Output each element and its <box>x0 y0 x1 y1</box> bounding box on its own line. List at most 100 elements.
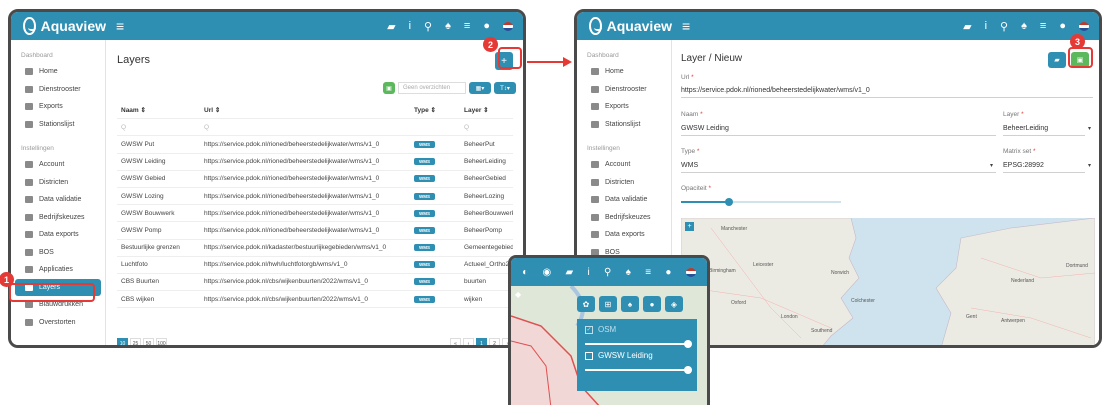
layers-icon[interactable]: ◈ <box>665 296 683 312</box>
user-icon[interactable]: ● <box>665 267 671 278</box>
export-button[interactable]: ▣ <box>383 82 395 94</box>
sidebar-item-districten[interactable]: Districten <box>15 174 101 192</box>
page-button[interactable]: ‹ <box>463 338 474 345</box>
sidebar-item-applicaties[interactable]: Applicaties <box>15 261 101 279</box>
flag-nl-icon[interactable] <box>503 21 513 31</box>
sidebar-item-data-validatie[interactable]: Data validatie <box>581 191 667 209</box>
opacity-slider[interactable] <box>681 198 841 206</box>
flag-nl-icon[interactable] <box>1079 21 1089 31</box>
layer-opacity-handle[interactable] <box>684 366 692 374</box>
sidebar-item-overstorten[interactable]: Overstorten <box>15 314 101 332</box>
table-row[interactable]: GWSW Put https://service.pdok.nl/rioned/b… <box>117 136 513 154</box>
sidebar-item-dienstrooster[interactable]: Dienstrooster <box>581 81 667 99</box>
columns-button[interactable]: ▦▾ <box>469 82 491 94</box>
sidebar-item-stationslijst[interactable]: Stationslijst <box>15 116 101 134</box>
page-button[interactable]: « <box>450 338 461 345</box>
list-icon[interactable]: ≡ <box>645 267 651 278</box>
sidebar-item-exports[interactable]: Exports <box>15 98 101 116</box>
sidebar-item-data-validatie[interactable]: Data validatie <box>15 191 101 209</box>
table-row[interactable]: GWSW Lozing https://service.pdok.nl/rione… <box>117 188 513 206</box>
layer-toggle-row[interactable]: GWSW Leiding <box>585 351 689 360</box>
sidebar-item-bedrijfskeuzes[interactable]: Bedrijfskeuzes <box>15 209 101 227</box>
info-icon[interactable]: ◉ <box>542 267 551 278</box>
layer-checkbox[interactable]: ✓ <box>585 325 593 334</box>
sidebar-item-bos[interactable]: BOS <box>15 244 101 262</box>
table-row[interactable]: GWSW Leiding https://service.pdok.nl/rion… <box>117 154 513 171</box>
column-search-icon[interactable]: Q <box>117 124 204 131</box>
zoom-in-button[interactable]: + <box>685 222 694 231</box>
page-size-option[interactable]: 25 <box>130 338 141 345</box>
sidebar-item-account[interactable]: Account <box>15 156 101 174</box>
sidebar-item-exports[interactable]: Exports <box>581 98 667 116</box>
hierarchy-icon[interactable]: ⊞ <box>599 296 617 312</box>
list-icon[interactable]: ≡ <box>1040 20 1046 32</box>
back-icon[interactable]: ◐ <box>522 267 528 278</box>
page-size-option[interactable]: 10 <box>117 338 128 345</box>
naam-field[interactable]: GWSW Leiding <box>681 125 996 136</box>
layer-checkbox[interactable] <box>585 351 593 360</box>
bell-icon[interactable]: ♠ <box>626 267 631 278</box>
map-icon[interactable]: ▰ <box>963 20 971 33</box>
search-icon[interactable]: ⚲ <box>1000 20 1008 33</box>
page-button[interactable]: 1 <box>476 338 487 345</box>
bell-icon[interactable]: ♠ <box>1021 20 1027 32</box>
bell-icon[interactable]: ♠ <box>445 20 451 32</box>
sidebar-item-bedrijfskeuzes[interactable]: Bedrijfskeuzes <box>581 209 667 227</box>
pin-icon[interactable]: ● <box>643 296 661 312</box>
preview-map[interactable]: Manchester Birmingham Leicester Norwich Nede… <box>681 218 1095 345</box>
column-header[interactable]: Url ⇕ <box>204 106 414 114</box>
page-size-option[interactable]: 100 <box>156 338 167 345</box>
info-i-icon[interactable]: i <box>588 267 590 278</box>
table-row[interactable]: GWSW Pomp https://service.pdok.nl/rioned/… <box>117 222 513 240</box>
search-icon[interactable]: ⚲ <box>424 20 432 33</box>
url-field[interactable]: https://service.pdok.nl/rioned/beheerste… <box>681 87 1093 98</box>
menu-icon[interactable]: ≡ <box>682 18 690 34</box>
sidebar-item-dienstrooster[interactable]: Dienstrooster <box>15 81 101 99</box>
menu-icon[interactable]: ≡ <box>116 18 124 34</box>
page-size-option[interactable]: 50 <box>143 338 154 345</box>
popup-map[interactable]: ◆ ✿ ⊞ ♠ ● ◈ ✓ OSM GWSW Leiding <box>511 286 707 405</box>
layer-opacity-slider[interactable] <box>585 340 692 348</box>
map-view-button[interactable]: ▰ <box>1048 52 1066 68</box>
matrix-set-select[interactable]: EPSG:28992 <box>1003 162 1085 173</box>
table-row[interactable]: GWSW Bouwwerk https://service.pdok.nl/rio… <box>117 205 513 223</box>
sidebar-item-data-exports[interactable]: Data exports <box>581 226 667 244</box>
table-row[interactable]: Bestuurlijke grenzen https://service.pdok… <box>117 240 513 257</box>
sidebar-item-data-exports[interactable]: Data exports <box>15 226 101 244</box>
overview-select[interactable]: Geen overzichten <box>398 82 466 94</box>
user-icon[interactable]: ● <box>483 20 490 32</box>
column-header[interactable]: Layer ⇕ <box>464 106 513 114</box>
table-row[interactable]: CBS Buurten https://service.pdok.nl/cbs/w… <box>117 274 513 292</box>
compass-icon[interactable]: ◆ <box>515 290 521 299</box>
layer-select[interactable]: BeheerLeiding <box>1003 125 1085 136</box>
bell-icon[interactable]: ♠ <box>621 296 639 312</box>
palette-icon[interactable]: ✿ <box>577 296 595 312</box>
map-icon[interactable]: ▰ <box>387 20 395 33</box>
column-search-icon[interactable]: Q <box>204 124 414 131</box>
column-header[interactable]: Naam ⇕ <box>117 106 204 114</box>
text-size-button[interactable]: T↕▾ <box>494 82 516 94</box>
info-icon[interactable]: i <box>985 20 987 32</box>
flag-nl-icon[interactable] <box>685 267 696 277</box>
page-button[interactable]: 2 <box>489 338 500 345</box>
type-select[interactable]: WMS <box>681 162 996 173</box>
list-icon[interactable]: ≡ <box>464 20 470 32</box>
search-icon[interactable]: ⚲ <box>604 267 611 278</box>
sidebar-item-account[interactable]: Account <box>581 156 667 174</box>
layer-opacity-slider[interactable] <box>585 366 692 374</box>
column-search-icon[interactable]: Q <box>464 124 513 131</box>
sidebar-item-stationslijst[interactable]: Stationslijst <box>581 116 667 134</box>
sidebar-item-home[interactable]: Home <box>15 63 101 81</box>
user-icon[interactable]: ● <box>1059 20 1066 32</box>
column-header[interactable]: Type ⇕ <box>414 106 464 114</box>
map-icon[interactable]: ▰ <box>566 267 574 278</box>
opacity-slider-handle[interactable] <box>725 198 733 206</box>
layer-toggle-row[interactable]: ✓ OSM <box>585 325 689 334</box>
sidebar-item-districten[interactable]: Districten <box>581 174 667 192</box>
brand[interactable]: Aquaview <box>577 17 672 35</box>
table-row[interactable]: GWSW Gebied https://service.pdok.nl/rione… <box>117 171 513 188</box>
brand[interactable]: Aquaview <box>11 17 106 35</box>
layer-opacity-handle[interactable] <box>684 340 692 348</box>
sidebar-item-home[interactable]: Home <box>581 63 667 81</box>
info-icon[interactable]: i <box>409 20 411 32</box>
